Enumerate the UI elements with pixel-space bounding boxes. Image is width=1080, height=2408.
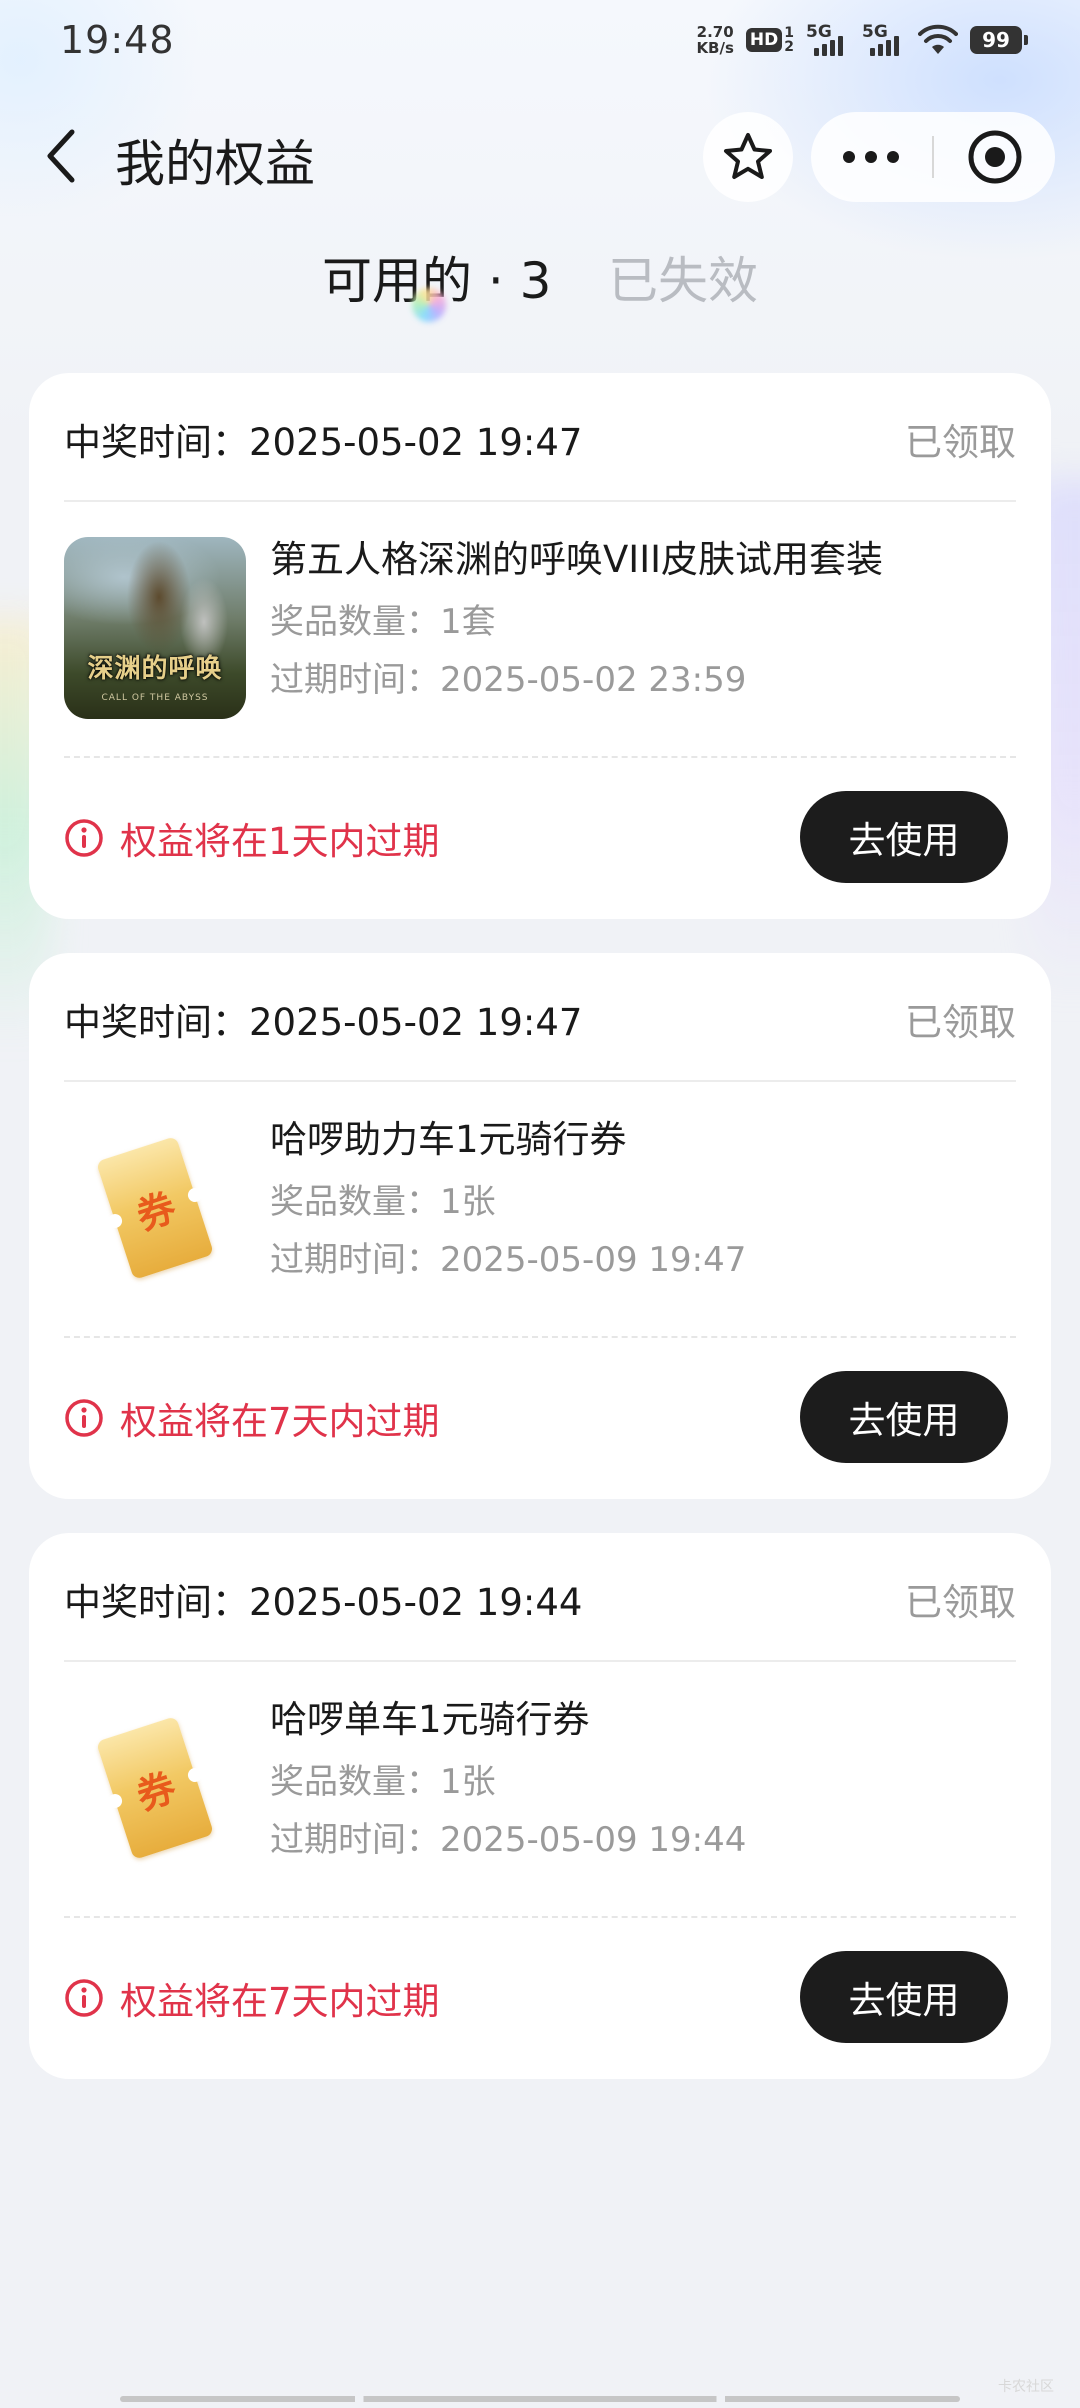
signal-icon-sim2: 5G — [862, 22, 906, 58]
tab-expired[interactable]: 已失效 — [608, 246, 758, 316]
status-time: 19:48 — [60, 18, 175, 62]
coupon-icon: 券 — [64, 1117, 246, 1299]
card-header: 中奖时间：2025-05-02 19:44 已领取 — [64, 1569, 1016, 1629]
network-speed: 2.70 KB/s — [696, 24, 733, 56]
use-button[interactable]: 去使用 — [800, 1371, 1008, 1463]
prize-quantity: 奖品数量：1张 — [270, 1182, 496, 1222]
prize-expiry: 过期时间：2025-05-02 23:59 — [270, 660, 747, 700]
dashed-divider — [64, 1336, 1016, 1338]
signal-icon-sim1: 5G — [806, 22, 850, 58]
coupon-label: 券 — [130, 1183, 181, 1239]
mini-program-capsule — [811, 112, 1055, 202]
info-circle-icon — [64, 1978, 104, 2018]
prize-name: 哈啰助力车1元骑行券 — [270, 1118, 627, 1161]
prize-quantity: 奖品数量：1套 — [270, 602, 496, 642]
expiry-warning: 权益将在7天内过期 — [64, 1391, 440, 1445]
network-speed-value: 2.70 — [696, 23, 734, 41]
capsule-divider — [932, 136, 934, 178]
back-button[interactable] — [30, 126, 90, 186]
home-indicator[interactable] — [120, 2396, 960, 2402]
benefit-card: 中奖时间：2025-05-02 19:44 已领取 券 哈啰单车1元骑行券 奖品… — [29, 1533, 1051, 2079]
card-footer: 权益将在7天内过期 去使用 — [64, 1371, 1016, 1463]
tabs: 可用的 · 3 已失效 — [0, 246, 1080, 326]
favorite-button[interactable] — [703, 112, 793, 202]
divider — [64, 500, 1016, 502]
title-bar: 我的权益 — [0, 104, 1080, 208]
card-header: 中奖时间：2025-05-02 19:47 已领取 — [64, 409, 1016, 469]
chevron-left-icon — [47, 129, 75, 183]
prize-image: 券 — [64, 1117, 246, 1299]
coupon-ticket: 券 — [95, 1136, 215, 1280]
network-speed-unit: KB/s — [696, 39, 734, 57]
info-circle-icon — [64, 1398, 104, 1438]
claim-status: 已领取 — [905, 421, 1016, 464]
tab-active-indicator — [412, 288, 446, 322]
status-bar: 19:48 2.70 KB/s HD 1 2 5G 5G 99 — [0, 0, 1080, 84]
hd-sim-indicator: 1 2 — [784, 26, 794, 54]
game-banner-subtext: CALL OF THE ABYSS — [101, 693, 209, 703]
expiry-warning-text: 权益将在1天内过期 — [120, 820, 440, 863]
info-circle-icon — [64, 818, 104, 858]
page-title: 我的权益 — [115, 135, 315, 193]
dashed-divider — [64, 1916, 1016, 1918]
win-time: 中奖时间：2025-05-02 19:47 — [64, 421, 583, 464]
win-time: 中奖时间：2025-05-02 19:47 — [64, 1001, 583, 1044]
prize-name: 第五人格深渊的呼唤VIII皮肤试用套装 — [270, 538, 884, 581]
battery-level: 99 — [970, 26, 1022, 54]
game-skin-thumbnail: 深渊的呼唤 CALL OF THE ABYSS — [64, 537, 246, 719]
close-mini-program-button[interactable] — [935, 112, 1055, 202]
more-dots-icon — [843, 151, 899, 163]
benefit-card: 中奖时间：2025-05-02 19:47 已领取 券 哈啰助力车1元骑行券 奖… — [29, 953, 1051, 1499]
prize-expiry: 过期时间：2025-05-09 19:44 — [270, 1820, 747, 1860]
prize-info: 哈啰单车1元骑行券 奖品数量：1张 过期时间：2025-05-09 19:44 — [270, 1695, 1016, 1869]
prize-info: 哈啰助力车1元骑行券 奖品数量：1张 过期时间：2025-05-09 19:47 — [270, 1115, 1016, 1289]
wifi-icon — [918, 24, 958, 56]
prize-image: 券 — [64, 1697, 246, 1879]
expiry-warning-text: 权益将在7天内过期 — [120, 1400, 440, 1443]
prize-info: 第五人格深渊的呼唤VIII皮肤试用套装 奖品数量：1套 过期时间：2025-05… — [270, 535, 1016, 709]
card-footer: 权益将在7天内过期 去使用 — [64, 1951, 1016, 2043]
expiry-warning-text: 权益将在7天内过期 — [120, 1980, 440, 2023]
coupon-ticket: 券 — [95, 1716, 215, 1860]
battery-icon: 99 — [970, 26, 1028, 54]
star-icon — [724, 133, 772, 179]
hd-voice-icon: HD 1 2 — [745, 26, 794, 54]
use-button[interactable]: 去使用 — [800, 1951, 1008, 2043]
coupon-label: 券 — [130, 1763, 181, 1819]
prize-name: 哈啰单车1元骑行券 — [270, 1698, 590, 1741]
claim-status: 已领取 — [905, 1581, 1016, 1624]
target-close-icon — [968, 130, 1022, 184]
benefit-card: 中奖时间：2025-05-02 19:47 已领取 深渊的呼唤 CALL OF … — [29, 373, 1051, 919]
divider — [64, 1080, 1016, 1082]
hd-label: HD — [745, 28, 783, 52]
expiry-warning: 权益将在1天内过期 — [64, 811, 440, 865]
win-time: 中奖时间：2025-05-02 19:44 — [64, 1581, 583, 1624]
prize-expiry: 过期时间：2025-05-09 19:47 — [270, 1240, 747, 1280]
status-icons: 2.70 KB/s HD 1 2 5G 5G 99 — [696, 22, 1028, 58]
dashed-divider — [64, 756, 1016, 758]
more-button[interactable] — [811, 112, 931, 202]
claim-status: 已领取 — [905, 1001, 1016, 1044]
game-banner-text: 深渊的呼唤 — [87, 654, 223, 684]
use-button[interactable]: 去使用 — [800, 791, 1008, 883]
watermark: 卡农社区 — [998, 2379, 1054, 2395]
hd-sub-top: 1 — [784, 25, 794, 41]
expiry-warning: 权益将在7天内过期 — [64, 1971, 440, 2025]
signal-bars — [814, 36, 843, 56]
coupon-icon: 券 — [64, 1697, 246, 1879]
hd-sub-bottom: 2 — [784, 39, 794, 55]
card-header: 中奖时间：2025-05-02 19:47 已领取 — [64, 989, 1016, 1049]
divider — [64, 1660, 1016, 1662]
prize-quantity: 奖品数量：1张 — [270, 1762, 496, 1802]
card-footer: 权益将在1天内过期 去使用 — [64, 791, 1016, 883]
signal-bars — [870, 36, 899, 56]
prize-image: 深渊的呼唤 CALL OF THE ABYSS — [64, 537, 246, 719]
